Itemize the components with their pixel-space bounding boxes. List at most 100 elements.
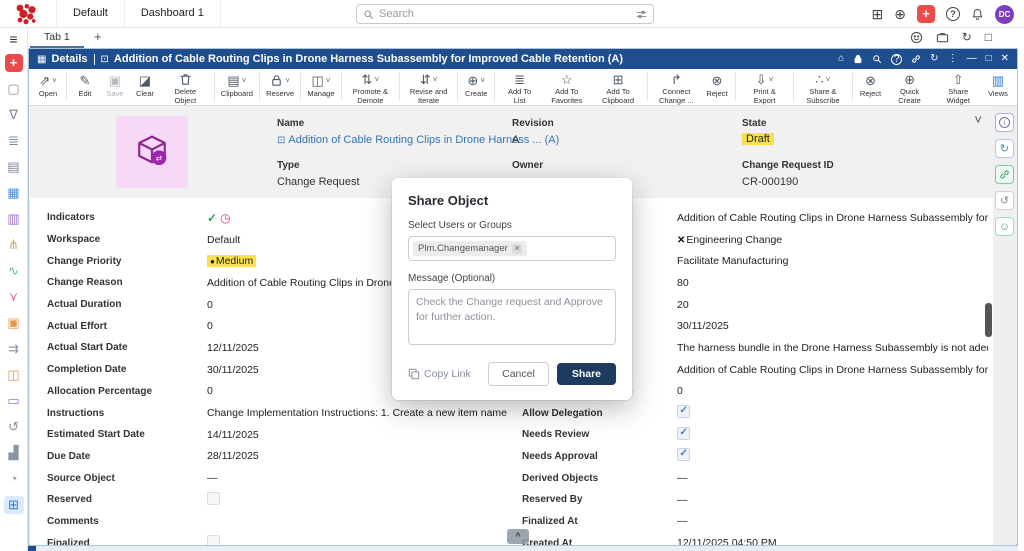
add-to-favorites-button[interactable]: ☆Add To Favorites	[541, 69, 592, 105]
history-icon[interactable]: ↺	[4, 418, 24, 436]
workspace-tabs: Default Dashboard 1	[56, 0, 221, 28]
minimize-icon[interactable]: —	[967, 54, 977, 64]
create-button[interactable]: ⊕˅Create	[461, 69, 491, 105]
needs-approval-checkbox[interactable]	[677, 448, 690, 461]
views-button[interactable]: ▥Views	[983, 69, 1013, 105]
reserve-button[interactable]: ˅Reserve	[263, 69, 297, 105]
refresh-icon[interactable]: ↻	[962, 31, 972, 44]
gauge-icon[interactable]: ◔	[4, 470, 24, 488]
field-row-finalized-at: Finalized At —	[522, 511, 988, 533]
scroll-up-button[interactable]: ^	[507, 529, 529, 544]
filter-icon[interactable]: ∇	[4, 106, 24, 124]
workflow-icon[interactable]: ∿	[4, 262, 24, 280]
table-icon[interactable]: ▦	[4, 184, 24, 202]
notifications-bell-icon[interactable]	[971, 8, 984, 21]
list-icon[interactable]: ≣	[4, 132, 24, 150]
edit-button[interactable]: ✎Edit	[70, 69, 100, 105]
revise-iterate-button[interactable]: ⇵˅Revise and Iterate	[403, 69, 454, 105]
users-groups-input[interactable]: Plm.Changemanager ✕	[408, 236, 616, 261]
manage-button[interactable]: ◫˅Manage	[304, 69, 338, 105]
briefcase-icon[interactable]	[936, 31, 949, 44]
info-panel-button[interactable]: i	[995, 113, 1014, 132]
user-avatar[interactable]: DC	[995, 5, 1014, 24]
details-grid-icon: ▦	[37, 54, 46, 65]
reject-2-button[interactable]: ⊗Reject	[855, 69, 885, 105]
add-to-clipboard-button[interactable]: ⊞Add To Clipboard	[592, 69, 643, 105]
clear-button[interactable]: ◪Clear	[130, 69, 160, 105]
sync-icon: ↻	[1000, 142, 1009, 155]
reserved-by-value: —	[677, 494, 988, 506]
share-subscribe-button[interactable]: ∴˅Share & Subscribe	[797, 69, 848, 105]
branch-icon[interactable]: ⋎	[4, 288, 24, 306]
history-panel-button[interactable]: ↺	[995, 191, 1014, 210]
lock-icon	[270, 74, 283, 87]
search-input[interactable]	[379, 8, 636, 20]
share-button[interactable]: Share	[557, 363, 616, 385]
share-widget-button[interactable]: ⇧Share Widget	[934, 69, 983, 105]
close-icon[interactable]: ✕	[1001, 54, 1009, 64]
dashboard-widget-icon[interactable]: ⊞	[4, 496, 24, 514]
kebab-menu-icon[interactable]: ⋮	[948, 54, 958, 64]
window-help-icon[interactable]: ?	[891, 54, 902, 65]
reserved-checkbox[interactable]	[207, 492, 220, 505]
tab-1[interactable]: Tab 1	[30, 28, 84, 48]
hamburger-menu-icon[interactable]: ≡	[9, 31, 17, 47]
clipboard-button[interactable]: ▤˅Clipboard	[218, 69, 256, 105]
sync-panel-button[interactable]: ↻	[995, 139, 1014, 158]
connector-icon[interactable]: ⇉	[4, 340, 24, 358]
delete-object-button[interactable]: Delete Object	[160, 69, 211, 105]
connect-change-button[interactable]: ↱Connect Change ...	[651, 69, 702, 105]
reject-button[interactable]: ⊗Reject	[702, 69, 732, 105]
sidebar-create-button[interactable]: +	[5, 54, 23, 72]
image-icon[interactable]: ▣	[4, 314, 24, 332]
print-export-button[interactable]: ⇩˅Print & Export	[739, 69, 790, 105]
promote-demote-button[interactable]: ⇅˅Promote & Demote	[345, 69, 396, 105]
window-refresh-icon[interactable]: ↻	[930, 54, 938, 64]
quick-create-button[interactable]: ⊕Quick Create	[886, 69, 934, 105]
chevron-down-icon: ˅	[242, 74, 247, 87]
create-new-button[interactable]: +	[917, 5, 935, 23]
message-textarea[interactable]: Check the Change request and Approve for…	[408, 289, 616, 345]
workspace-tab-dashboard-1[interactable]: Dashboard 1	[124, 0, 221, 28]
apps-grid-icon[interactable]: ⊞	[872, 7, 884, 21]
save-button[interactable]: ▣Save	[100, 69, 130, 105]
clipboard-icon: ▤	[227, 74, 239, 87]
finalized-checkbox[interactable]	[207, 535, 220, 545]
document-icon[interactable]: ▭	[4, 392, 24, 410]
link-icon[interactable]	[911, 54, 921, 64]
open-button[interactable]: ⇗˅Open	[33, 69, 63, 105]
left-sidebar: ≡ + ▢ ∇ ≣ ▤ ▦ ▥ ⋔ ∿ ⋎ ▣ ⇉ ◫ ▭ ↺ ▟ ◔ ⊞	[0, 28, 28, 551]
collapse-header-chevron-icon[interactable]: ˅	[974, 112, 982, 127]
search-filter-icon[interactable]	[636, 9, 647, 20]
selected-user-chip: Plm.Changemanager ✕	[413, 241, 527, 256]
remove-chip-icon[interactable]: ✕	[512, 244, 523, 254]
aras-logo-icon	[12, 2, 40, 26]
reject-icon: ⊗	[712, 73, 723, 88]
workspace-tab-default[interactable]: Default	[56, 0, 124, 28]
help-icon[interactable]: ?	[946, 7, 960, 21]
add-tab-button[interactable]: +	[94, 29, 102, 44]
search-window-icon[interactable]	[872, 54, 882, 64]
hierarchy-icon[interactable]: ⋔	[4, 236, 24, 254]
home-icon[interactable]: ⌂	[838, 54, 844, 64]
needs-review-checkbox[interactable]	[677, 427, 690, 440]
links-panel-button[interactable]	[995, 165, 1014, 184]
cancel-button[interactable]: Cancel	[488, 362, 549, 386]
chart-icon[interactable]: ▟	[4, 444, 24, 462]
window-icon[interactable]: ▢	[4, 80, 24, 98]
lock-icon[interactable]	[853, 54, 863, 64]
add-circle-icon[interactable]: ⊕	[894, 7, 906, 21]
change-request-cube-icon: ⇄	[129, 129, 175, 175]
copy-link-button[interactable]: Copy Link	[408, 368, 471, 380]
allow-delegation-checkbox[interactable]	[677, 405, 690, 418]
assistant-icon[interactable]	[910, 31, 923, 44]
form-icon[interactable]: ▥	[4, 210, 24, 228]
maximize-icon[interactable]: □	[985, 31, 992, 44]
team-panel-button[interactable]: ☺	[995, 217, 1014, 236]
vertical-scrollbar-thumb[interactable]	[985, 303, 992, 337]
clipboard-icon[interactable]: ▤	[4, 158, 24, 176]
window-maximize-icon[interactable]: □	[986, 54, 992, 64]
add-to-list-button[interactable]: ≣Add To List	[498, 69, 541, 105]
chevron-down-icon: ˅	[326, 74, 331, 87]
kanban-icon[interactable]: ◫	[4, 366, 24, 384]
